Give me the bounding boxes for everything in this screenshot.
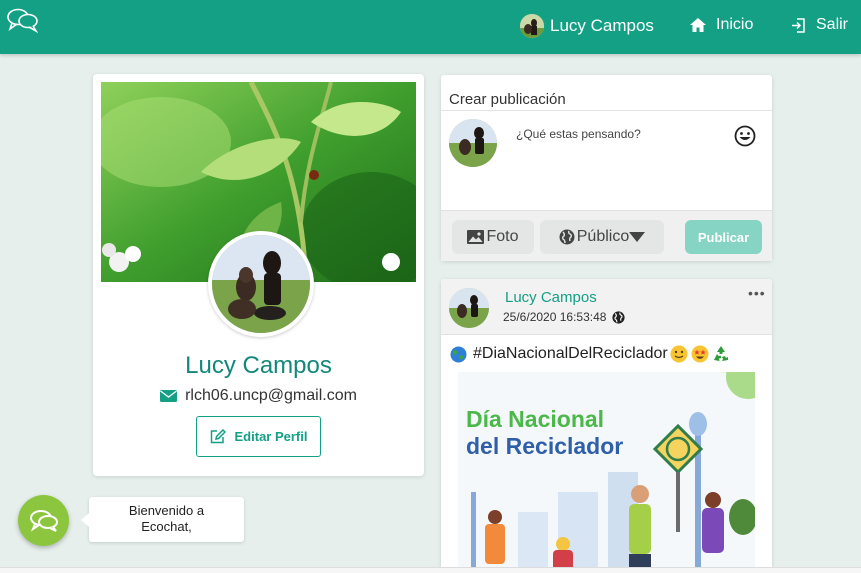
top-navbar: Lucy Campos Inicio Salir	[0, 0, 861, 54]
nav-user-name: Lucy Campos	[550, 16, 654, 35]
nav-home-link[interactable]: Inicio	[690, 14, 753, 36]
profile-avatar[interactable]	[208, 231, 314, 337]
post-timestamp: 25/6/2020 16:53:48	[503, 310, 626, 324]
divider	[441, 110, 772, 111]
create-post-title: Crear publicación	[449, 91, 566, 108]
nav-logout-label: Salir	[816, 16, 849, 33]
photo-button[interactable]: Foto	[452, 220, 534, 254]
publish-button[interactable]: Publicar	[685, 220, 762, 254]
privacy-label: Público	[576, 228, 630, 245]
smiley-icon[interactable]	[734, 125, 756, 147]
profile-name: Lucy Campos	[185, 352, 332, 379]
avatar	[520, 14, 544, 38]
profile-card: Lucy Campos rlch06.uncp@gmail.com Editar…	[93, 74, 424, 476]
post-input[interactable]: ¿Qué estas pensando?	[516, 127, 641, 141]
chat-welcome-bubble: Bienvenido a Ecochat,	[81, 497, 244, 542]
avatar	[449, 119, 497, 167]
recycle-emoji-icon	[713, 346, 728, 361]
create-post-toolbar: Foto Público Publicar	[441, 210, 772, 261]
edit-icon	[210, 429, 226, 444]
edit-profile-button[interactable]: Editar Perfil	[196, 416, 321, 457]
nav-user-profile-link[interactable]: Lucy Campos	[520, 13, 654, 39]
chat-launcher-button[interactable]	[18, 495, 69, 546]
create-post-card: Crear publicación ¿Qué estas pensando? F…	[441, 75, 772, 261]
earth-emoji-icon	[450, 346, 467, 362]
home-icon	[690, 18, 706, 32]
globe-icon	[559, 229, 575, 245]
edit-profile-label: Editar Perfil	[234, 429, 308, 444]
chat-icon	[29, 509, 58, 532]
post-card: Lucy Campos 25/6/2020 16:53:48 ••• #DiaN…	[441, 279, 772, 573]
post-image-title-line1: Día Nacional	[466, 406, 605, 432]
horizontal-scrollbar[interactable]	[0, 567, 861, 573]
image-icon	[467, 230, 485, 244]
photo-label: Foto	[486, 228, 519, 245]
post-text: #DiaNacionalDelReciclador	[473, 345, 668, 362]
logout-icon	[792, 17, 805, 33]
post-body: #DiaNacionalDelReciclador	[450, 345, 730, 363]
globe-icon	[612, 310, 626, 324]
chat-bubbles-icon[interactable]	[6, 7, 40, 33]
post-author-link[interactable]: Lucy Campos	[505, 289, 597, 306]
post-header: Lucy Campos 25/6/2020 16:53:48 •••	[441, 279, 772, 335]
chat-welcome-line2: Ecochat,	[141, 519, 192, 534]
nav-logout-link[interactable]: Salir	[791, 14, 848, 36]
profile-email: rlch06.uncp@gmail.com	[93, 387, 424, 405]
privacy-dropdown[interactable]: Público	[540, 220, 664, 254]
post-image[interactable]: Día Nacional del Reciclador	[458, 372, 755, 573]
post-image-title-line2: del Reciclador	[466, 433, 624, 459]
profile-email-text: rlch06.uncp@gmail.com	[185, 387, 357, 404]
avatar[interactable]	[449, 288, 489, 328]
chat-welcome-line1: Bienvenido a	[128, 503, 205, 518]
envelope-icon	[160, 390, 178, 402]
caret-down-icon	[629, 232, 646, 242]
smiling-emoji-icon	[670, 345, 688, 363]
star-eyes-emoji-icon	[691, 345, 709, 363]
post-date-text: 25/6/2020 16:53:48	[503, 310, 607, 324]
nav-home-label: Inicio	[716, 16, 754, 33]
post-options-menu[interactable]: •••	[748, 285, 766, 301]
